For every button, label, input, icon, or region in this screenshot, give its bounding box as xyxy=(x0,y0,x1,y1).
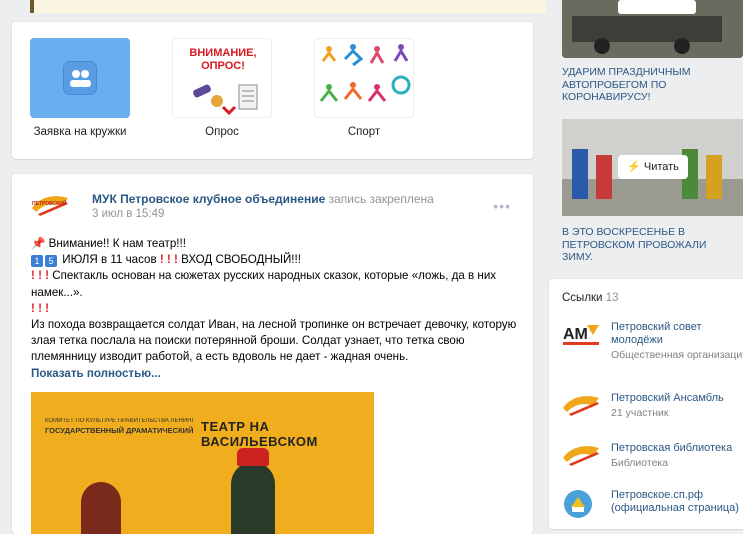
poster-small-text: КОМИТЕТ ПО КУЛЬТУРЕ ПРАВИТЕЛЬСТВА ЛЕНИНГ… xyxy=(45,418,195,424)
links-title: Ссылки xyxy=(562,292,603,304)
sport-icon xyxy=(319,44,411,102)
link-name[interactable]: Петровская библиотека xyxy=(611,442,743,455)
link-subtitle: 21 участник xyxy=(611,407,669,419)
actor-figure xyxy=(231,462,275,534)
link-name[interactable]: Петровское.сп.рф (официальная страница) xyxy=(611,489,743,515)
am-logo-icon: AM xyxy=(563,321,599,347)
exclamation-icon: ! ! ! xyxy=(31,301,50,315)
poster-theatre: ТЕАТР НА ВАСИЛЬЕВСКОМ xyxy=(201,419,318,449)
link-subtitle: Общественная организация xyxy=(611,349,743,361)
community-logo-icon xyxy=(563,392,599,418)
pinned-notice-strip xyxy=(30,0,546,13)
app-sport[interactable]: Спорт xyxy=(314,38,414,138)
app-signup[interactable]: Заявка на кружки xyxy=(30,38,130,138)
app-poll[interactable]: ВНИМАНИЕ, ОПРОС! Опрос xyxy=(172,38,272,138)
more-actions-icon[interactable]: ••• xyxy=(493,198,511,214)
links-header[interactable]: Ссылки 13 xyxy=(562,292,619,304)
link-subtitle: Библиотека xyxy=(611,457,669,469)
post-line: Из похода возвращается солдат Иван, на л… xyxy=(31,318,517,364)
exclamation-icon: ! ! ! xyxy=(156,253,182,267)
users-icon xyxy=(64,62,96,94)
pinned-label: запись закреплена xyxy=(328,192,434,206)
poll-icon xyxy=(193,84,258,116)
apps-card: Заявка на кружки ВНИМАНИЕ, ОПРОС! Опрос xyxy=(12,22,533,159)
number-badge: 1 xyxy=(31,255,43,268)
community-logo[interactable]: ПЕТРОВСКИЙ xyxy=(32,194,68,216)
post-text: 📌 Внимание!! К нам театр!!! 15 ИЮЛЯ в 11… xyxy=(31,236,521,382)
post-author-link[interactable]: МУК Петровское клубное объединение xyxy=(92,192,325,206)
post-line: Внимание!! К нам театр!!! xyxy=(48,237,186,250)
post-author-line: МУК Петровское клубное объединение запис… xyxy=(92,192,434,206)
exclamation-icon: ! ! ! xyxy=(31,269,53,283)
post-date[interactable]: 3 июл в 15:49 xyxy=(92,208,164,220)
post-line: Спектакль основан на сюжетах русских нар… xyxy=(31,269,497,299)
post-image[interactable]: КОМИТЕТ ПО КУЛЬТУРЕ ПРАВИТЕЛЬСТВА ЛЕНИНГ… xyxy=(31,392,374,534)
show-more-link[interactable]: Показать полностью... xyxy=(31,367,161,380)
wall-post: ПЕТРОВСКИЙ МУК Петровское клубное объеди… xyxy=(12,174,533,534)
post-line: ИЮЛЯ в 11 часов xyxy=(62,253,157,267)
pin-icon: 📌 xyxy=(31,237,46,250)
lightning-icon: ⚡ xyxy=(627,161,641,173)
links-card: Ссылки 13 AM Петровский совет молодёжи О… xyxy=(549,279,743,529)
poll-poster-text: ВНИМАНИЕ, ОПРОС! xyxy=(189,47,257,72)
app-label: Опрос xyxy=(205,126,239,138)
links-count: 13 xyxy=(605,292,619,304)
link-name[interactable]: Петровский совет молодёжи xyxy=(611,321,726,347)
emblem-icon xyxy=(563,489,599,518)
app-label: Заявка на кружки xyxy=(33,126,127,138)
community-logo-icon xyxy=(563,442,599,468)
actor-hat xyxy=(237,448,269,466)
actor-figure xyxy=(81,482,121,534)
poster-org: ГОСУДАРСТВЕННЫЙ ДРАМАТИЧЕСКИЙ xyxy=(45,426,194,435)
read-button-label: Читать xyxy=(643,161,679,173)
read-button[interactable]: ⚡ Читать xyxy=(618,155,688,179)
link-name[interactable]: Петровский Ансамбль xyxy=(611,392,743,405)
number-badge: 5 xyxy=(45,255,57,268)
news-title-2[interactable]: В это воскресенье в Петровском провожали… xyxy=(562,226,737,264)
news-title-1[interactable]: Ударим праздничным автопробегом по корон… xyxy=(562,66,737,104)
app-label: Спорт xyxy=(347,126,381,138)
news-image-1[interactable] xyxy=(562,0,743,58)
post-line: ВХОД СВОБОДНЫЙ!!! xyxy=(181,253,301,267)
logo-text: ПЕТРОВСКИЙ xyxy=(32,201,67,207)
svg-text:AM: AM xyxy=(563,326,588,343)
